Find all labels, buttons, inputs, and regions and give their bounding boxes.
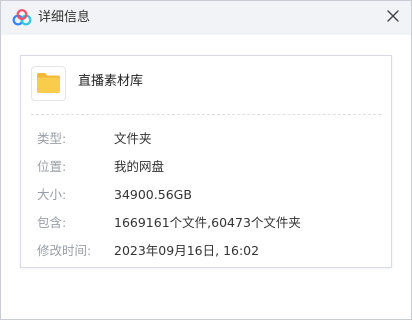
detail-label: 类型:: [37, 131, 67, 146]
detail-value: 2023年09月16日, 16:02: [114, 243, 260, 258]
baidu-netdisk-cloud-icon: [12, 9, 32, 27]
divider: [31, 114, 381, 115]
details-card: 直播素材库 类型: 文件夹 位置: 我的网盘 大小: 34900.56GB 包含…: [20, 55, 392, 268]
folder-icon: [36, 72, 61, 98]
folder-thumbnail: [31, 66, 66, 101]
details-dialog: 详细信息 直播素材库 类型: 文件夹 位置: 我的网盘 大小: 34900.56…: [0, 0, 412, 320]
detail-label: 修改时间:: [37, 243, 92, 258]
detail-label: 大小:: [37, 187, 67, 202]
detail-label: 位置:: [37, 159, 67, 174]
close-icon: [386, 8, 400, 27]
file-name: 直播素材库: [78, 74, 144, 89]
detail-value: 1669161个文件,60473个文件夹: [114, 215, 301, 230]
dialog-title: 详细信息: [38, 10, 91, 25]
close-button[interactable]: [381, 5, 405, 29]
title-bar[interactable]: 详细信息: [1, 1, 411, 35]
detail-label: 包含:: [37, 215, 67, 230]
detail-value: 我的网盘: [114, 159, 165, 174]
detail-value: 34900.56GB: [114, 187, 192, 202]
detail-value: 文件夹: [114, 131, 152, 146]
